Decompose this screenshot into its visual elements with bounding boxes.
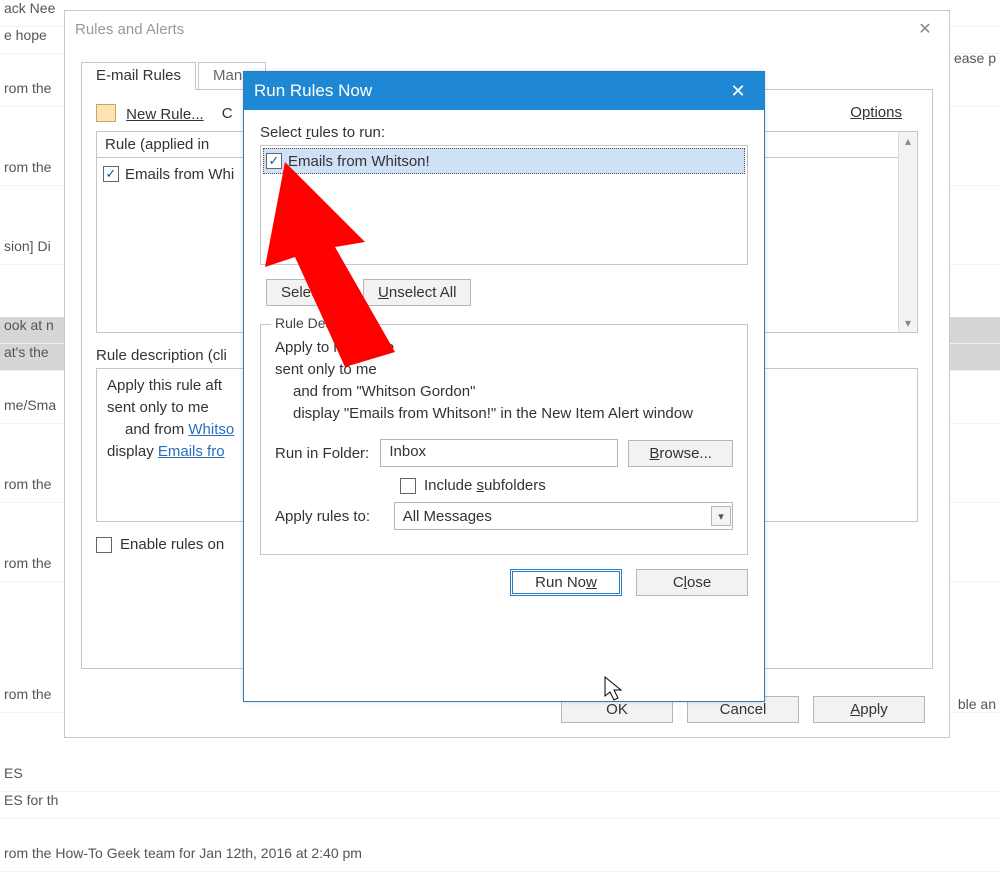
desc-line: and from "Whitson Gordon" (275, 381, 733, 403)
select-all-button[interactable]: Select A (266, 279, 351, 306)
apply-rest: pply (860, 701, 888, 718)
desc-link-display[interactable]: Emails fro (158, 443, 225, 460)
new-rule-button[interactable]: New Rule... (96, 104, 204, 123)
rule-name: Emails from Whi (125, 166, 234, 183)
scroll-down-icon[interactable]: ▾ (899, 314, 917, 332)
scroll-up-icon[interactable]: ▴ (899, 132, 917, 150)
run-in-folder-label: Run in Folder: (275, 445, 370, 462)
rules-alerts-title: Rules and Alerts (75, 21, 184, 38)
rule-checkbox[interactable] (266, 153, 282, 169)
run-rules-titlebar: Run Rules Now ✕ (244, 72, 764, 110)
desc-line: display "Emails from Whitson!" in the Ne… (275, 403, 733, 425)
rules-alerts-titlebar: Rules and Alerts ✕ (65, 11, 949, 47)
select-all-prefix: Select (281, 284, 326, 301)
desc-text: display (107, 443, 158, 460)
apply-rules-to-select[interactable]: All Messages ▾ (394, 502, 733, 530)
underline-letter: s (477, 477, 485, 494)
rule-list-row[interactable]: Emails from Whitson! (263, 148, 745, 174)
scrollbar[interactable]: ▴ ▾ (898, 132, 917, 332)
bg-row: ES for th (0, 792, 1000, 819)
underline-letter: B (649, 445, 659, 462)
browse-button[interactable]: Browse... (628, 440, 733, 467)
select-buttons-row: Select A Unselect All (266, 279, 748, 306)
tab-email-rules[interactable]: E-mail Rules (81, 62, 196, 90)
underline-letter: U (378, 284, 389, 301)
enable-rules-label: Enable rules on (120, 536, 224, 553)
apply-rules-to-value: All Messages (403, 508, 492, 525)
run-in-folder-field[interactable]: Inbox (380, 439, 618, 467)
rule-description-text: Apply to message sent only to me and fro… (275, 337, 733, 425)
include-subfolders-row: Include subfolders (400, 477, 733, 494)
underline-letter: A (326, 284, 336, 301)
bg-row: rom the How-To Geek team for Jan 12th, 2… (0, 845, 1000, 872)
desc-link-from[interactable]: Whitso (188, 421, 234, 438)
bg-right-text: ble an (958, 696, 996, 712)
underline-letter: l (684, 574, 687, 591)
select-rules-label: Select rules to run: (260, 124, 748, 141)
enable-rules-checkbox[interactable] (96, 537, 112, 553)
apply-underline: A (850, 701, 860, 718)
rule-description-group: Rule Descrip Apply to message sent only … (260, 324, 748, 555)
options-link[interactable]: Options (850, 104, 902, 121)
rule-checkbox[interactable] (103, 166, 119, 182)
run-in-folder-row: Run in Folder: Inbox Browse... (275, 439, 733, 467)
chevron-down-icon[interactable]: ▾ (711, 506, 731, 526)
rule-row-label: Emails from Whitson! (288, 153, 430, 170)
unselect-all-button[interactable]: Unselect All (363, 279, 471, 306)
apply-button[interactable]: Apply (813, 696, 925, 723)
desc-text: and from (125, 421, 188, 438)
apply-rules-to-row: Apply rules to: All Messages ▾ (275, 502, 733, 530)
close-icon[interactable]: ✕ (722, 75, 754, 107)
group-title: Rule Descrip (271, 315, 359, 331)
run-rules-title: Run Rules Now (254, 81, 372, 101)
new-rule-label: New Rule... (126, 106, 204, 123)
close-icon[interactable]: ✕ (911, 15, 939, 43)
bg-right-text: ease p (954, 50, 996, 66)
change-rule-button[interactable]: C (222, 105, 233, 122)
desc-line: sent only to me (275, 359, 733, 381)
include-subfolders-label: Include subfolders (424, 477, 546, 494)
options-label: Options (850, 104, 902, 121)
underline-letter: w (586, 574, 597, 591)
underline-letter: r (306, 124, 311, 141)
close-button[interactable]: Close (636, 569, 748, 596)
folder-new-icon (96, 104, 116, 122)
bg-row: ES (0, 765, 1000, 792)
include-subfolders-checkbox[interactable] (400, 478, 416, 494)
run-now-button[interactable]: Run Now (510, 569, 622, 596)
apply-rules-to-label: Apply rules to: (275, 508, 384, 525)
dialog-buttons: Run Now Close (260, 569, 748, 596)
rules-to-run-list[interactable]: Emails from Whitson! (260, 145, 748, 265)
run-rules-now-window: Run Rules Now ✕ Select rules to run: Ema… (243, 71, 765, 702)
desc-line: Apply to message (275, 337, 733, 359)
